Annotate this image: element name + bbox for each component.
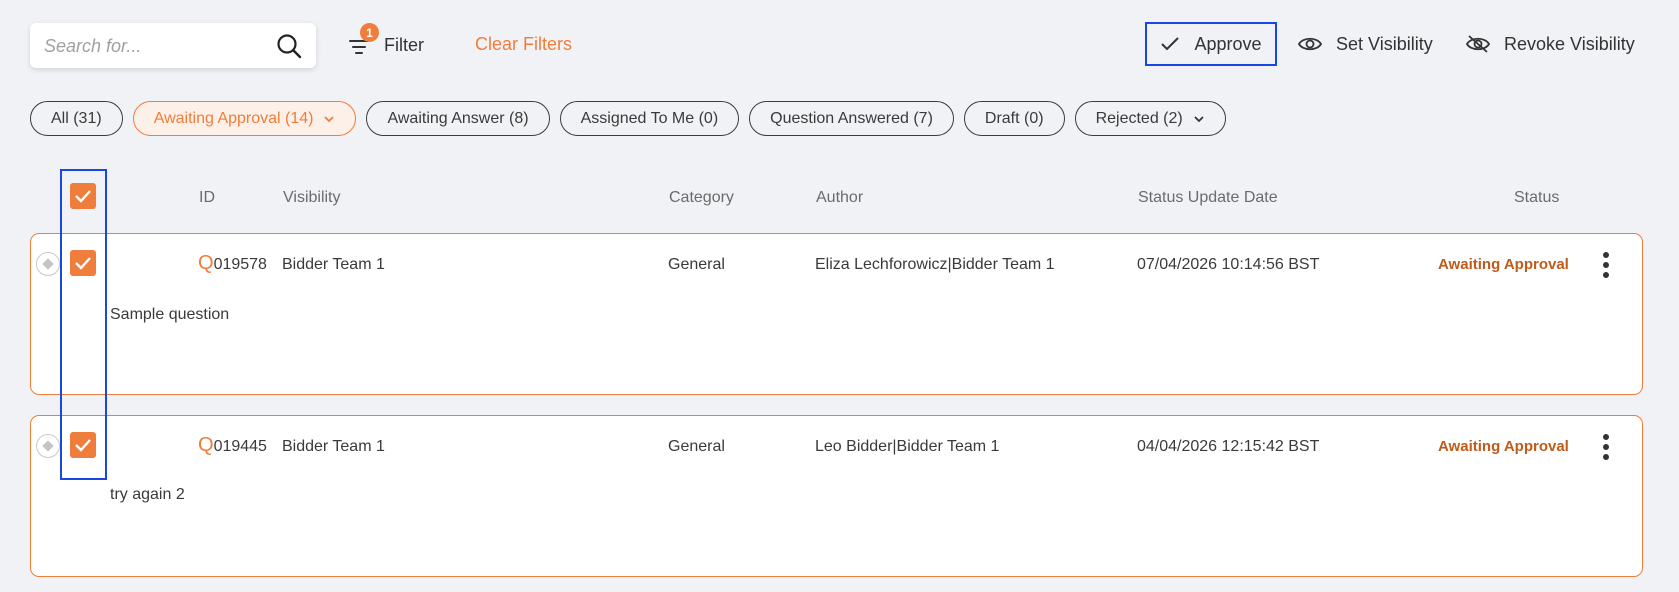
status-badge: Awaiting Approval xyxy=(1438,438,1569,455)
expand-row-icon[interactable] xyxy=(36,434,60,458)
question-id[interactable]: Q019578 xyxy=(198,252,267,275)
filter-label: Filter xyxy=(384,34,424,55)
chevron-down-icon xyxy=(1194,115,1204,122)
filter-icon: 1 xyxy=(348,23,379,57)
category-cell: General xyxy=(668,438,725,455)
tab-all[interactable]: All (31) xyxy=(30,101,123,136)
tab-label: Rejected (2) xyxy=(1095,109,1183,127)
row-menu-icon[interactable] xyxy=(1596,432,1616,462)
question-card[interactable]: Q019445 Bidder Team 1 General Leo Bidder… xyxy=(30,415,1643,577)
column-header-id[interactable]: ID xyxy=(199,189,215,207)
question-id[interactable]: Q019445 xyxy=(198,434,267,457)
tab-awaiting-approval[interactable]: Awaiting Approval (14) xyxy=(132,101,357,136)
tab-label: Question Answered (7) xyxy=(770,109,933,127)
category-cell: General xyxy=(668,256,725,273)
column-header-visibility[interactable]: Visibility xyxy=(283,189,341,207)
set-visibility-label: Set Visibility xyxy=(1336,33,1433,54)
question-id-number: 019445 xyxy=(213,438,267,455)
tab-label: Draft (0) xyxy=(984,109,1044,127)
status-badge: Awaiting Approval xyxy=(1438,256,1569,273)
tab-label: Awaiting Answer (8) xyxy=(387,109,529,127)
tab-rejected[interactable]: Rejected (2) xyxy=(1074,101,1226,136)
question-id-prefix: Q xyxy=(198,434,214,456)
column-header-status[interactable]: Status xyxy=(1514,189,1559,207)
search-icon[interactable] xyxy=(275,32,303,60)
visibility-cell: Bidder Team 1 xyxy=(282,438,385,455)
question-id-prefix: Q xyxy=(198,252,214,274)
author-cell: Eliza Lechforowicz|Bidder Team 1 xyxy=(815,256,1055,273)
search-input[interactable] xyxy=(44,33,264,59)
tab-label: Awaiting Approval (14) xyxy=(153,109,314,127)
eye-icon xyxy=(1298,37,1322,51)
expand-row-icon[interactable] xyxy=(36,252,60,276)
visibility-cell: Bidder Team 1 xyxy=(282,256,385,273)
question-id-number: 019578 xyxy=(213,256,267,273)
status-tabs: All (31) Awaiting Approval (14) Awaiting… xyxy=(30,101,1226,136)
set-visibility-button[interactable]: Set Visibility xyxy=(1298,22,1433,66)
row-checkbox[interactable] xyxy=(70,432,96,458)
toolbar: 1 Filter Clear Filters Approve Set Visib… xyxy=(0,0,1679,90)
column-header-author[interactable]: Author xyxy=(816,189,863,207)
revoke-visibility-label: Revoke Visibility xyxy=(1504,33,1635,54)
checkmark-icon xyxy=(75,190,91,203)
checkmark-icon xyxy=(75,257,91,270)
tab-draft[interactable]: Draft (0) xyxy=(963,101,1065,136)
row-checkbox[interactable] xyxy=(70,250,96,276)
tab-awaiting-answer[interactable]: Awaiting Answer (8) xyxy=(366,101,550,136)
filter-count-badge: 1 xyxy=(360,23,379,42)
tab-label: Assigned To Me (0) xyxy=(580,109,719,127)
filter-button[interactable]: 1 Filter xyxy=(348,23,424,66)
row-menu-icon[interactable] xyxy=(1596,250,1616,280)
question-card[interactable]: Q019578 Bidder Team 1 General Eliza Lech… xyxy=(30,233,1643,395)
question-text: try again 2 xyxy=(110,486,185,503)
question-text: Sample question xyxy=(110,306,230,323)
column-header-status-update-date[interactable]: Status Update Date xyxy=(1138,189,1278,207)
status-date-cell: 04/04/2026 12:15:42 BST xyxy=(1137,438,1320,455)
checkmark-icon xyxy=(75,439,91,452)
search-box xyxy=(30,23,316,68)
tab-label: All (31) xyxy=(51,109,102,127)
select-all-checkbox[interactable] xyxy=(70,183,96,209)
eye-off-icon xyxy=(1466,35,1490,53)
tab-question-answered[interactable]: Question Answered (7) xyxy=(749,101,954,136)
author-cell: Leo Bidder|Bidder Team 1 xyxy=(815,438,1000,455)
clear-filters-link[interactable]: Clear Filters xyxy=(475,34,572,55)
approve-label: Approve xyxy=(1194,33,1262,54)
chevron-down-icon xyxy=(324,115,335,122)
column-header-category[interactable]: Category xyxy=(669,189,734,207)
tab-assigned-to-me[interactable]: Assigned To Me (0) xyxy=(559,101,740,136)
check-icon xyxy=(1161,37,1180,51)
status-date-cell: 07/04/2026 10:14:56 BST xyxy=(1137,256,1320,273)
approve-button[interactable]: Approve xyxy=(1145,22,1277,66)
revoke-visibility-button[interactable]: Revoke Visibility xyxy=(1466,22,1635,66)
